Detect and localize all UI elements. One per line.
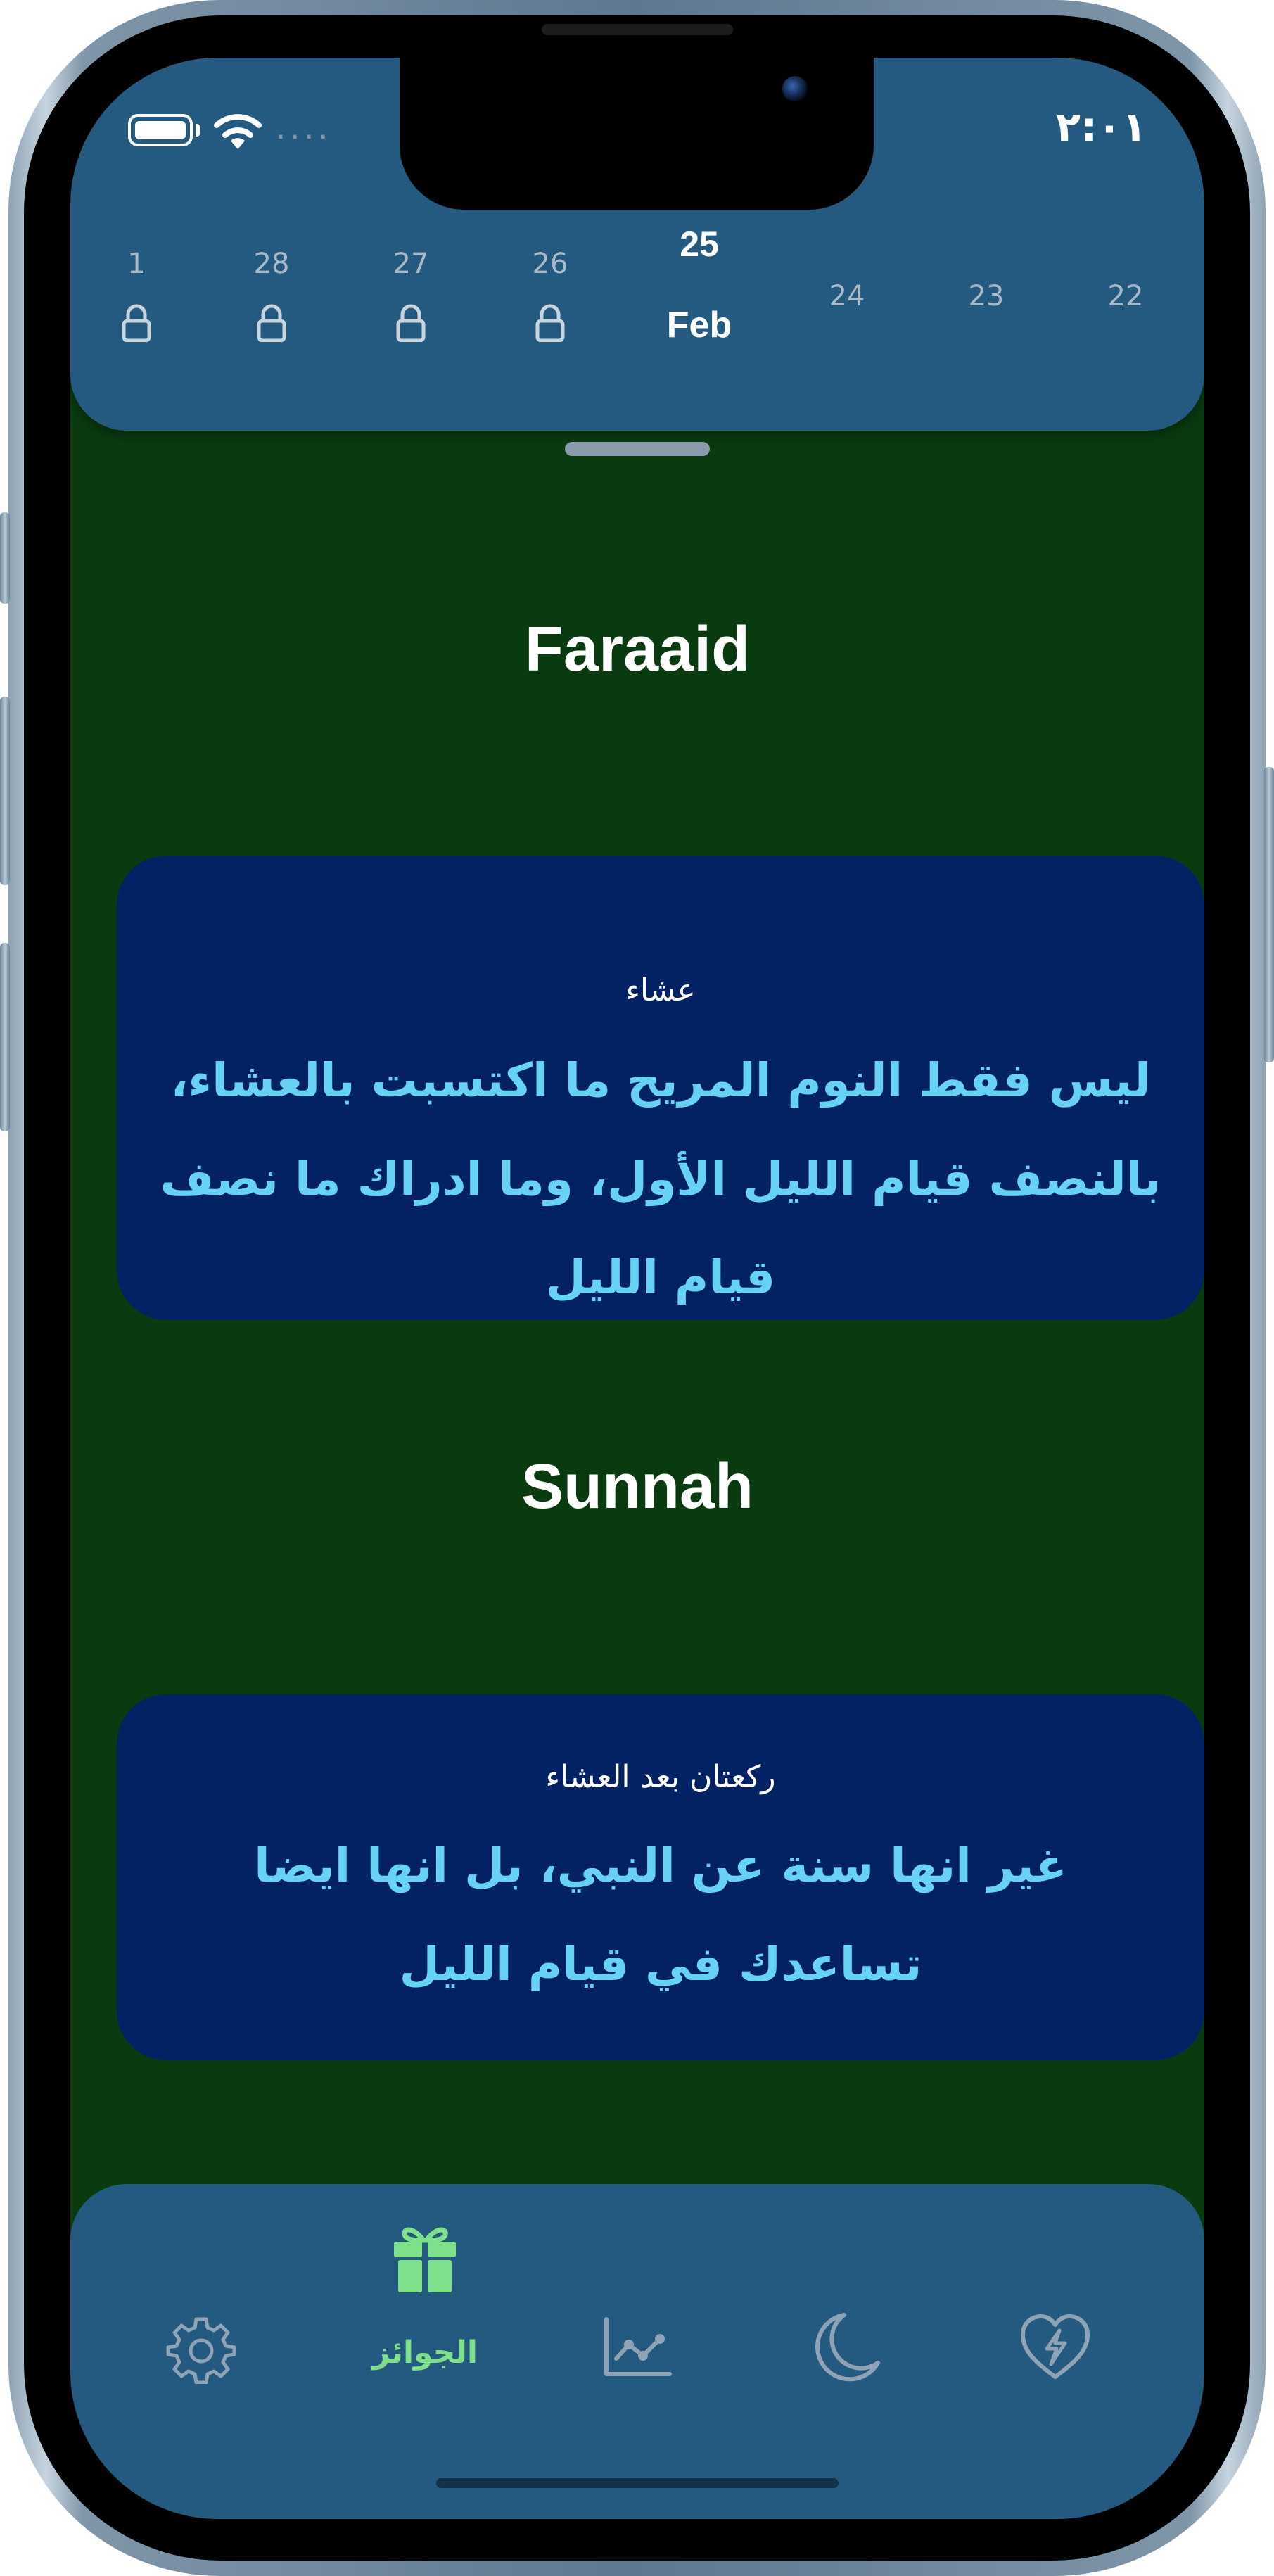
date-number: 23	[968, 280, 1005, 312]
silent-switch	[0, 512, 10, 604]
card-body: ليس فقط النوم المريح ما اكتسبت بالعشاء، …	[160, 1053, 1161, 1305]
lock-icon	[256, 304, 287, 342]
status-clock: ٢:٠١	[1055, 103, 1147, 151]
sheet-grabber-handle[interactable]	[565, 442, 710, 456]
prayer-card[interactable]: عشاء ليس فقط النوم المريح ما اكتسبت بالع…	[117, 856, 1204, 1320]
camera-notch	[400, 58, 874, 210]
front-camera	[782, 76, 808, 101]
tab-statistics[interactable]	[560, 2269, 715, 2451]
card-subtitle: عشاء	[625, 972, 696, 1008]
date-number: 27	[393, 248, 429, 280]
volume-up-button	[0, 697, 10, 885]
moon-icon	[815, 2313, 880, 2382]
lock-icon	[395, 304, 426, 342]
prayer-card[interactable]: ركعتان بعد العشاء غير انها سنة عن النبي،…	[117, 1694, 1204, 2060]
gift-icon	[394, 2227, 456, 2292]
date-item-current[interactable]: 25 Feb	[657, 224, 741, 346]
date-number: 22	[1107, 280, 1144, 312]
date-number: 1	[127, 248, 146, 280]
date-number: 26	[532, 248, 568, 280]
tab-rewards[interactable]: الجوائز	[348, 2222, 502, 2405]
wifi-icon	[214, 114, 262, 149]
date-number: 24	[829, 280, 865, 312]
section-title: Faraaid	[524, 614, 751, 685]
battery-cap	[196, 124, 200, 137]
lock-icon	[121, 304, 152, 342]
volume-down-button	[0, 943, 10, 1131]
signal-indicator: ....	[274, 120, 331, 144]
date-item[interactable]: 1	[94, 248, 179, 342]
tab-night[interactable]	[768, 2269, 923, 2451]
card-body: غير انها سنة عن النبي، بل انها ايضا تساع…	[254, 1839, 1067, 1991]
power-button	[1264, 767, 1274, 1062]
battery-level	[135, 121, 186, 139]
heart-bolt-icon	[1021, 2314, 1090, 2379]
speaker-grille	[542, 24, 733, 35]
section-title: Sunnah	[521, 1452, 753, 1522]
date-item[interactable]: 28	[229, 248, 314, 342]
date-month: Feb	[666, 305, 732, 345]
tab-bar: الجوائز	[70, 2184, 1204, 2519]
date-item[interactable]: 27	[369, 248, 453, 342]
chart-icon	[604, 2317, 672, 2376]
gear-icon	[166, 2317, 236, 2384]
tab-health[interactable]	[978, 2269, 1133, 2451]
date-item[interactable]: 24	[805, 280, 889, 312]
date-item[interactable]: 22	[1083, 280, 1168, 312]
app-screen: .... ٢:٠١ 1 28 27 26 25 Feb 24 23 22 Far…	[70, 58, 1204, 2519]
date-number: 25	[680, 224, 719, 264]
lock-icon	[535, 304, 566, 342]
tab-label: الجوائز	[372, 2335, 478, 2371]
home-indicator	[436, 2478, 839, 2488]
card-subtitle: ركعتان بعد العشاء	[545, 1759, 776, 1795]
battery-icon	[128, 114, 193, 146]
date-item[interactable]: 26	[508, 248, 592, 342]
tab-settings[interactable]	[124, 2269, 279, 2451]
date-item[interactable]: 23	[944, 280, 1028, 312]
date-number: 28	[253, 248, 290, 280]
